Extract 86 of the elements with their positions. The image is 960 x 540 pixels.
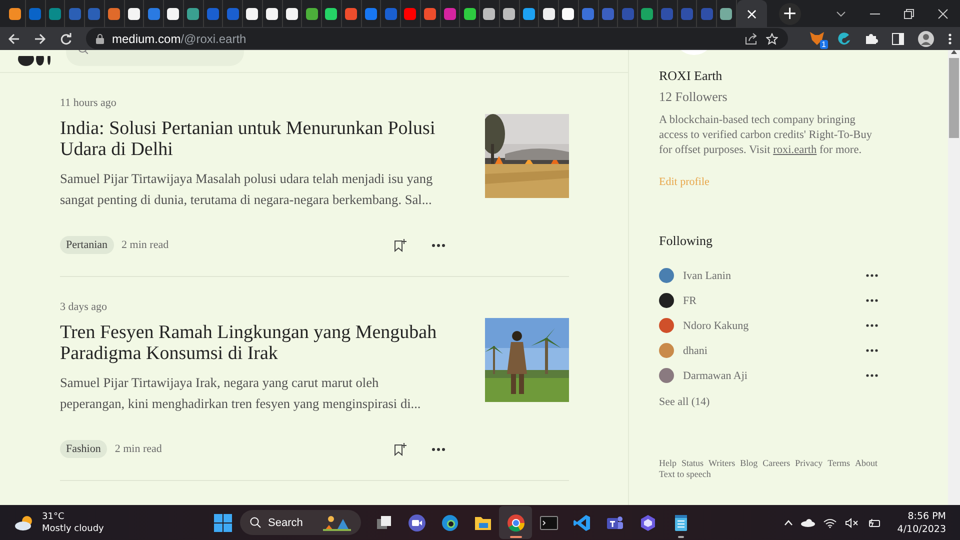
bookmark-add-icon[interactable] bbox=[394, 238, 408, 252]
video-chat-icon bbox=[408, 514, 426, 532]
puzzle-icon[interactable] bbox=[865, 32, 878, 45]
weather-condition: Mostly cloudy bbox=[42, 522, 104, 534]
more-icon[interactable] bbox=[432, 244, 445, 246]
user-name[interactable]: Ivan Lanin bbox=[683, 270, 857, 282]
browser-tab[interactable]: × bbox=[736, 0, 767, 27]
new-tab-button[interactable]: + bbox=[778, 2, 801, 24]
code-editor-icon bbox=[572, 514, 590, 532]
user-name[interactable]: Ndoro Kakung bbox=[683, 320, 857, 332]
footer-link[interactable]: Help bbox=[659, 458, 676, 468]
website-link[interactable]: roxi.earth bbox=[773, 144, 817, 156]
terminal-icon bbox=[540, 516, 558, 530]
avatar-icon[interactable] bbox=[918, 30, 934, 46]
footer-link[interactable]: Privacy bbox=[795, 458, 823, 468]
bookmark-add-icon[interactable] bbox=[394, 442, 408, 456]
following-heading: Following bbox=[659, 233, 714, 249]
more-icon[interactable] bbox=[866, 324, 878, 327]
scrollbar[interactable] bbox=[948, 50, 960, 505]
post-date: 3 days ago bbox=[60, 301, 108, 313]
search-icon bbox=[78, 50, 88, 54]
article-excerpt: Samuel Pijar Tirtawijaya Irak, negara yang carut marut oleh peperangan, kini menghadirkan tren fesyen yang menginspirasi di... bbox=[60, 374, 422, 413]
profile-name: ROXI Earth bbox=[659, 68, 724, 84]
search-icon bbox=[250, 517, 261, 528]
battery-icon[interactable] bbox=[867, 518, 882, 528]
cloud-icon[interactable] bbox=[801, 518, 816, 526]
post-date: 11 hours ago bbox=[60, 97, 118, 109]
lock-icon bbox=[96, 34, 104, 44]
search-field[interactable] bbox=[66, 50, 244, 66]
address-bar[interactable]: medium.com/@roxi.earth bbox=[86, 28, 788, 49]
user-name[interactable]: Darmawan Aji bbox=[683, 370, 857, 382]
user-name[interactable]: dhani bbox=[683, 344, 857, 356]
temperature: 31°C bbox=[42, 510, 66, 522]
menu-icon[interactable] bbox=[948, 32, 952, 44]
folder-icon bbox=[474, 514, 492, 530]
hexagon-icon bbox=[638, 514, 656, 532]
footer-link[interactable]: Blog bbox=[740, 458, 758, 468]
back-icon[interactable] bbox=[8, 32, 20, 44]
user-name[interactable]: FR bbox=[683, 294, 857, 306]
taskbar-app[interactable] bbox=[499, 506, 532, 539]
topic-tag[interactable]: Pertanian bbox=[60, 236, 114, 254]
article-title[interactable]: India: Solusi Pertanian untuk Menurunkan Polusi Udara di Delhi bbox=[60, 118, 445, 160]
footer-link[interactable]: About bbox=[855, 458, 878, 468]
reload-icon[interactable] bbox=[60, 32, 72, 44]
see-all-link[interactable]: See all (14) bbox=[659, 396, 710, 408]
volume-muted-icon[interactable] bbox=[845, 518, 860, 528]
side-panel-icon[interactable] bbox=[892, 32, 904, 44]
close-icon[interactable] bbox=[938, 8, 948, 18]
read-time: 2 min read bbox=[114, 443, 162, 455]
footer-link[interactable]: Careers bbox=[762, 458, 790, 468]
minimize-icon[interactable] bbox=[870, 12, 880, 14]
footer-link[interactable]: Writers bbox=[708, 458, 736, 468]
forward-icon[interactable] bbox=[34, 32, 46, 44]
fox-icon bbox=[810, 32, 824, 45]
more-icon[interactable] bbox=[866, 299, 878, 302]
footer-link[interactable]: Terms bbox=[828, 458, 850, 468]
chrome-icon bbox=[506, 514, 524, 532]
chevron-up-icon[interactable] bbox=[784, 520, 794, 526]
campfire-tent-icon bbox=[323, 514, 351, 530]
read-time: 2 min read bbox=[122, 239, 169, 251]
footer-link[interactable]: Text to speech bbox=[659, 469, 711, 479]
notification-badge: 1 bbox=[820, 40, 828, 49]
more-icon[interactable] bbox=[866, 374, 878, 377]
windows-icon bbox=[376, 514, 392, 530]
share-icon[interactable] bbox=[745, 32, 758, 44]
clock-time[interactable]: 8:56 PM bbox=[897, 510, 946, 522]
article-title[interactable]: Tren Fesyen Ramah Lingkungan yang Mengubah Paradigma Konsumsi di Irak bbox=[60, 322, 445, 364]
topic-tag[interactable]: Fashion bbox=[60, 440, 107, 458]
start-icon[interactable] bbox=[214, 514, 232, 532]
restore-icon[interactable] bbox=[904, 8, 914, 18]
logo-icon[interactable] bbox=[18, 56, 52, 66]
more-icon[interactable] bbox=[432, 448, 445, 450]
footer-link[interactable]: Status bbox=[682, 458, 704, 468]
star-icon[interactable] bbox=[766, 32, 778, 44]
fox-extension-icon[interactable]: 1 bbox=[810, 32, 824, 45]
taskbar-search[interactable]: Search bbox=[240, 510, 361, 535]
follower-count[interactable]: 12 Followers bbox=[659, 89, 878, 105]
more-icon[interactable] bbox=[866, 349, 878, 352]
notepad-icon bbox=[674, 514, 688, 532]
more-icon[interactable] bbox=[866, 274, 878, 277]
scrollbar-thumb[interactable] bbox=[949, 58, 959, 138]
clock-date[interactable]: 4/10/2023 bbox=[897, 522, 946, 536]
article-excerpt: Samuel Pijar Tirtawijaya Masalah polusi udara telah menjadi isu yang sangat penting di dunia, terutama di negara-negara berkembang. Sal... bbox=[60, 170, 434, 209]
wifi-icon[interactable] bbox=[823, 518, 838, 528]
profile-bio: A blockchain-based tech company bringing access to verified carbon credits' Right-To-Buy for offset purposes. Visit roxi.earth for more. bbox=[659, 113, 873, 158]
chevron-down-icon[interactable] bbox=[836, 10, 846, 16]
